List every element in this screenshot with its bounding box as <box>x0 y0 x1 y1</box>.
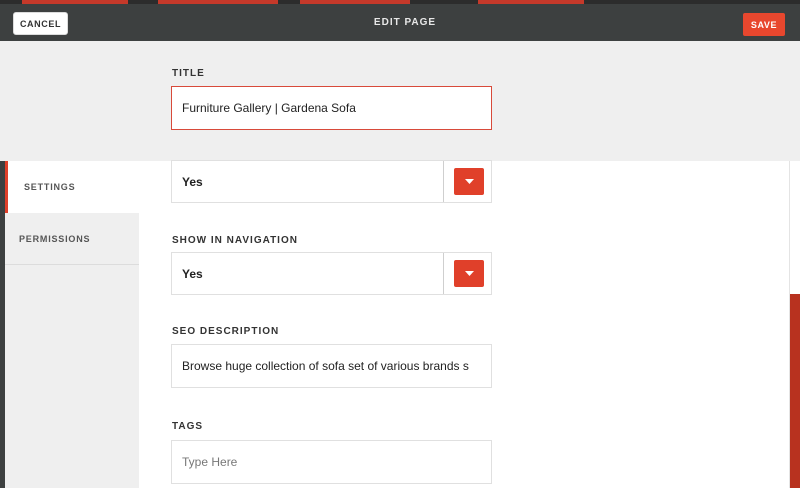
show-in-navigation-label: SHOW IN NAVIGATION <box>172 235 298 246</box>
save-button[interactable]: SAVE <box>743 13 785 36</box>
sidebar: SETTINGS PERMISSIONS <box>5 161 139 488</box>
select-divider <box>443 253 444 294</box>
title-label: TITLE <box>172 68 205 79</box>
tags-input[interactable]: Type Here <box>171 440 492 484</box>
title-input[interactable]: Furniture Gallery | Gardena Sofa <box>171 86 492 130</box>
caret-down-icon <box>464 270 474 276</box>
modal-title: EDIT PAGE <box>373 17 437 28</box>
caret-down-icon <box>464 178 474 184</box>
published-dropdown-button[interactable] <box>454 168 484 195</box>
edit-page-modal: CANCEL EDIT PAGE SAVE SETTINGS PERMISSIO… <box>0 4 800 488</box>
seo-description-label: SEO DESCRIPTION <box>172 326 280 337</box>
published-select[interactable]: Yes <box>171 160 492 203</box>
scrollbar-thumb[interactable] <box>790 294 800 488</box>
show-in-navigation-select[interactable]: Yes <box>171 252 492 295</box>
tags-label: TAGS <box>172 421 204 432</box>
sidebar-item-permissions[interactable]: PERMISSIONS <box>5 213 139 265</box>
sidebar-item-settings[interactable]: SETTINGS <box>5 161 139 213</box>
published-select-value: Yes <box>182 174 203 189</box>
select-divider <box>443 161 444 202</box>
sidebar-item-label: PERMISSIONS <box>19 233 91 244</box>
sidebar-item-label: SETTINGS <box>24 182 76 192</box>
seo-description-input[interactable]: Browse huge collection of sofa set of va… <box>171 344 492 388</box>
show-in-navigation-dropdown-button[interactable] <box>454 260 484 287</box>
modal-header: CANCEL EDIT PAGE SAVE <box>0 4 800 41</box>
show-in-navigation-value: Yes <box>182 266 203 281</box>
